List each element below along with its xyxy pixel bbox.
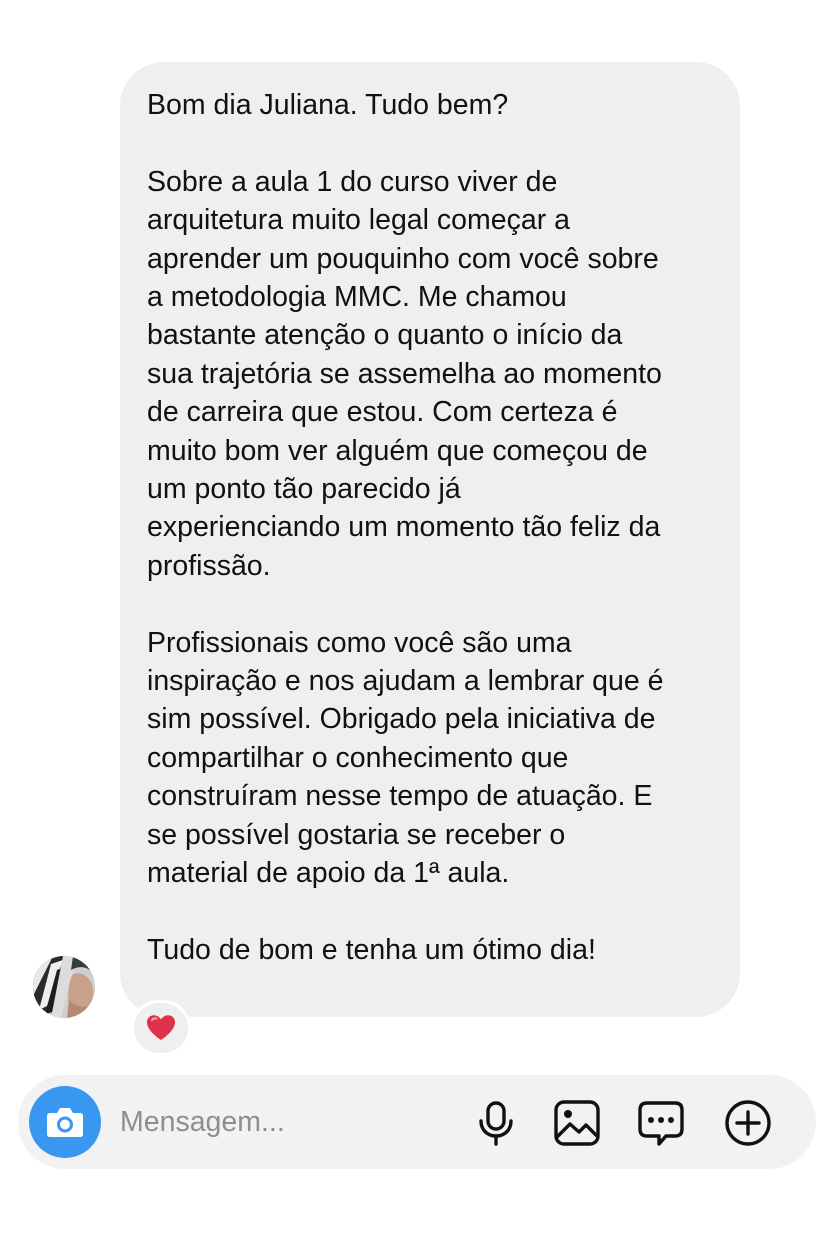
message-paragraph: Tudo de bom e tenha um ótimo dia! <box>147 933 596 966</box>
heart-reaction[interactable] <box>131 1000 191 1056</box>
microphone-icon[interactable] <box>472 1099 520 1147</box>
sticker-icon[interactable] <box>637 1099 685 1147</box>
message-paragraph: Sobre a aula 1 do curso viver de arquite… <box>147 165 662 582</box>
message-input[interactable]: Mensagem... <box>120 1102 285 1142</box>
avatar-image <box>33 956 95 1018</box>
camera-button[interactable] <box>29 1086 101 1158</box>
camera-icon <box>47 1108 83 1137</box>
plus-icon[interactable] <box>724 1099 772 1147</box>
message-paragraph: Bom dia Juliana. Tudo bem? <box>147 89 509 121</box>
heart-icon <box>147 1015 175 1040</box>
sender-avatar[interactable] <box>33 956 95 1018</box>
message-bubble[interactable]: Bom dia Juliana. Tudo bem? Sobre a aula … <box>120 62 740 1017</box>
message-composer: Mensagem... <box>18 1075 816 1169</box>
gallery-icon[interactable] <box>553 1099 601 1147</box>
message-paragraph: Profissionais como você são uma inspiraç… <box>147 626 664 890</box>
